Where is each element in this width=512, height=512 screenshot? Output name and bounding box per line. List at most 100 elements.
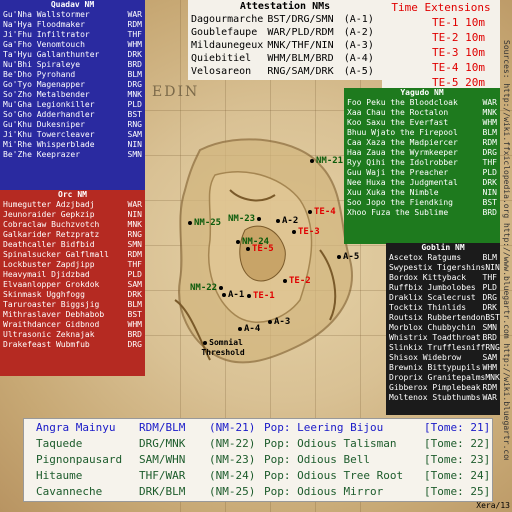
quadav-nm-row: So'Gho Adderhandler BST xyxy=(0,110,145,120)
nm-name: Angra Mainyu xyxy=(36,421,116,434)
goblin-nm-name: Routsix Rubbertendon xyxy=(389,313,486,322)
orc-nm-panel: Orc NM Humegutter Adzjbadj WAR Jeunoraider… xyxy=(0,190,145,376)
quadav-nm-row: Ga'Fho Venomtouch WHM xyxy=(0,40,145,50)
yagudo-nm-job: WAR xyxy=(482,98,497,107)
yagudo-nm-row: Caa Xaza the Madpiercer RDM xyxy=(344,138,500,148)
quadav-nm-name: Be'Dho Pyrohand xyxy=(3,70,76,79)
quadav-nm-job: RDM xyxy=(127,20,142,29)
orc-nm-name: Ultrasonic Zeknajak xyxy=(3,330,95,339)
attestation-name: Mildaunegeux xyxy=(191,40,264,51)
quadav-nm-row: Be'Dho Pyrohand BLM xyxy=(0,70,145,80)
goblin-nm-name: Shisox Widebrow xyxy=(389,353,462,362)
yagudo-nm-job: NIN xyxy=(482,188,497,197)
quadav-nm-job: BRD xyxy=(127,60,142,69)
nm-id: (NM-25) xyxy=(209,485,256,498)
nm-name: Hitaume xyxy=(36,469,83,482)
marker-a-2: A-2 xyxy=(276,216,298,226)
orc-nm-row: Elvaanlopper Grokdok SAM xyxy=(0,280,145,290)
orc-nm-job: SAM xyxy=(127,280,142,289)
orc-nm-name: Cobraclaw Buchzvotch xyxy=(3,220,100,229)
quadav-nm-name: Be'Zhe Keeprazer xyxy=(3,150,81,159)
quadav-nm-name: Gu'Khu Dukesniper xyxy=(3,120,85,129)
nm-tome: [Tome: 23] xyxy=(424,453,491,466)
goblin-nm-row: Shisox Widebrow SAM xyxy=(386,353,500,363)
attestation-id: (A-1) xyxy=(343,14,374,25)
marker-te-4: TE-4 xyxy=(308,207,336,217)
nm-tome: [Tome: 21] xyxy=(424,421,491,434)
goblin-nm-name: Ascetox Ratgums xyxy=(389,253,462,262)
orc-nm-row: Skinmask Ugghfogg DRK xyxy=(0,290,145,300)
nm-jobs: RDM/BLM xyxy=(139,421,186,434)
attestation-jobs: MNK/THF/NIN xyxy=(267,40,334,51)
nm-jobs: DRK/BLM xyxy=(139,485,186,498)
attestation-id: (A-3) xyxy=(343,40,374,51)
goblin-nm-name: Ruffbix Jumbolobes xyxy=(389,283,476,292)
attestation-name: Quiebitiel xyxy=(191,53,252,64)
nm-name: Cavanneche xyxy=(36,485,103,498)
quadav-nm-name: Ga'Fho Venomtouch xyxy=(3,40,85,49)
nm-name: Taquede xyxy=(36,437,83,450)
quadav-nm-name: So'Zho Metalbender xyxy=(3,90,90,99)
quadav-nm-row: Gu'Khu Dukesniper RNG xyxy=(0,120,145,130)
attestation-name: Dagourmarche xyxy=(191,14,264,25)
yagudo-nm-name: Ryy Qihi the Idolrobber xyxy=(347,158,458,167)
orc-nm-job: BRD xyxy=(127,330,142,339)
yagudo-nm-row: Xuu Xuka the Nimble NIN xyxy=(344,188,500,198)
orc-nm-job: BLM xyxy=(127,300,142,309)
yagudo-nm-job: THF xyxy=(482,158,497,167)
quadav-nm-job: BST xyxy=(127,110,142,119)
orc-nm-name: Mithraslaver Debhabob xyxy=(3,310,105,319)
orc-nm-job: MNK xyxy=(127,220,142,229)
attestation-id: (A-2) xyxy=(343,27,374,38)
yagudo-title: Yagudo NM xyxy=(400,88,444,97)
yagudo-nm-job: DRK xyxy=(482,178,497,187)
marker-a-3: A-3 xyxy=(268,317,290,327)
map-title-text: EDIN xyxy=(152,84,200,100)
yagudo-nm-row: Koo Saxu the Everfast WHM xyxy=(344,118,500,128)
yagudo-nm-panel: Yagudo NM Foo Peku the Bloodcloak WAR Xaa … xyxy=(344,88,500,244)
quadav-nm-job: RNG xyxy=(127,120,142,129)
goblin-nm-row: Brewnix Bittypupils WHM xyxy=(386,363,500,373)
marker-nm-21: NM-21 xyxy=(310,156,343,166)
yagudo-nm-name: Foo Peku the Bloodcloak xyxy=(347,98,458,107)
orc-nm-name: Elvaanlopper Grokdok xyxy=(3,280,100,289)
orc-nm-name: Humegutter Adzjbadj xyxy=(3,200,95,209)
marker-nm-23: NM-23 xyxy=(228,214,263,224)
goblin-nm-row: Ascetox Ratgums BLM xyxy=(386,253,500,263)
yagudo-nm-job: BLM xyxy=(482,128,497,137)
yagudo-nm-job: BST xyxy=(482,198,497,207)
yagudo-nm-job: PLD xyxy=(482,168,497,177)
nm-name: Pignonpausard xyxy=(36,453,123,466)
attestation-row: Quiebitiel WHM/BLM/BRD (A-4) xyxy=(188,52,382,65)
orc-nm-job: DRK xyxy=(127,290,142,299)
orc-nm-row: Drakefeast Wubmfub DRG xyxy=(0,340,145,350)
yagudo-nm-job: MNK xyxy=(482,108,497,117)
marker-nm-25: NM-25 xyxy=(188,218,221,228)
attestation-row: Velosareon RNG/SAM/DRK (A-5) xyxy=(188,65,382,78)
orc-title: Orc NM xyxy=(58,190,87,199)
orc-nm-name: Skinmask Ugghfogg xyxy=(3,290,85,299)
time-extension-item: TE-4 10m xyxy=(432,61,485,74)
goblin-nm-row: Gibberox Pimplebeak RDM xyxy=(386,383,500,393)
yagudo-nm-name: Nee Huxa the Judgmental xyxy=(347,178,458,187)
yagudo-nm-name: Guu Waji the Preacher xyxy=(347,168,449,177)
attestation-jobs: WAR/PLD/RDM xyxy=(267,27,334,38)
quadav-nm-row: Go'Tyo Magenapper DRG xyxy=(0,80,145,90)
orc-nm-row: Heavymail Djidzbad PLD xyxy=(0,270,145,280)
goblin-nm-row: Tocktix Thinlids DRK xyxy=(386,303,500,313)
goblin-nm-row: Bordox Kittyback THF xyxy=(386,273,500,283)
marker-te-1: TE-1 xyxy=(247,291,275,301)
nm-jobs: DRG/MNK xyxy=(139,437,186,450)
goblin-nm-job: SMN xyxy=(482,323,497,332)
orc-nm-job: SMN xyxy=(127,240,142,249)
goblin-nm-name: Gibberox Pimplebeak xyxy=(389,383,481,392)
goblin-nm-row: Whistrix Toadthroat BRD xyxy=(386,333,500,343)
quadav-nm-job: WAR xyxy=(127,10,142,19)
sources-text: Sources: http://wiki.ffxiclopedia.org ht… xyxy=(502,40,511,460)
orc-nm-name: Jeunoraider Gepkzip xyxy=(3,210,95,219)
goblin-nm-panel: Goblin NM Ascetox Ratgums BLM Swypestix Ti… xyxy=(386,243,500,415)
goblin-nm-row: Moltenox Stubthumbs WAR xyxy=(386,393,500,403)
attestation-row: Goublefaupe WAR/PLD/RDM (A-2) xyxy=(188,26,382,39)
quadav-nm-job: DRK xyxy=(127,50,142,59)
bottom-nm-row: Hitaume THF/WAR (NM-24) Pop: Odious Tree Ro… xyxy=(24,468,492,484)
